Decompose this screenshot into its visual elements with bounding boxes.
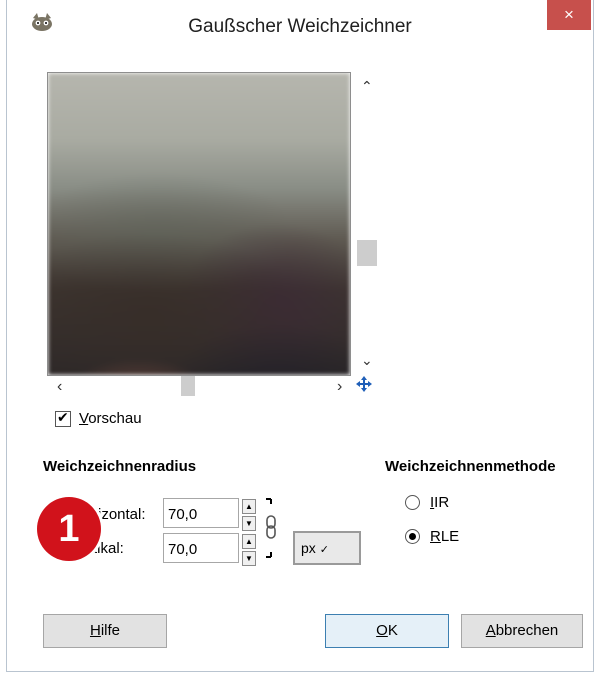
chain-link-icon[interactable] xyxy=(263,496,281,560)
vertical-scroll-thumb[interactable] xyxy=(357,240,377,266)
preview-label: Vorschau xyxy=(79,410,142,427)
horizontal-scroll-thumb[interactable] xyxy=(181,376,195,396)
method-option-rle[interactable]: RLE xyxy=(405,528,459,545)
vertical-scrollbar[interactable]: ⌃ ⌄ xyxy=(357,72,379,376)
step-number-badge: 1 xyxy=(37,497,101,561)
method-option-iir[interactable]: IIR xyxy=(405,494,449,511)
spin-down-icon[interactable]: ▼ xyxy=(242,551,256,566)
unit-dropdown[interactable]: px ✓ xyxy=(293,531,361,565)
radio-iir[interactable] xyxy=(405,495,420,510)
radio-rle[interactable] xyxy=(405,529,420,544)
horizontal-label: rizontal: xyxy=(93,506,146,523)
vertical-spinbox[interactable]: ▲ ▼ xyxy=(163,533,256,566)
scroll-left-icon[interactable]: ‹ xyxy=(57,378,62,396)
horizontal-spinbox[interactable]: ▲ ▼ xyxy=(163,498,256,531)
close-button[interactable]: × xyxy=(547,0,591,30)
spin-up-icon[interactable]: ▲ xyxy=(242,534,256,549)
gaussian-blur-dialog: Gaußscher Weichzeichner × ⌃ ⌄ ‹ › Vorsch… xyxy=(6,0,594,672)
help-button[interactable]: Hilfe xyxy=(43,614,167,648)
chevron-down-icon: ✓ xyxy=(319,544,330,556)
unit-value: px xyxy=(301,540,316,556)
scroll-right-icon[interactable]: › xyxy=(337,378,342,396)
spin-up-icon[interactable]: ▲ xyxy=(242,499,256,514)
blur-method-heading: Weichzeichnenmethode xyxy=(385,458,556,475)
navigate-move-icon[interactable] xyxy=(355,375,373,393)
horizontal-scrollbar[interactable]: ‹ › xyxy=(47,376,357,398)
horizontal-input[interactable] xyxy=(164,499,230,529)
scroll-up-icon[interactable]: ⌃ xyxy=(361,78,373,95)
preview-area[interactable] xyxy=(47,72,351,376)
blur-radius-heading: Weichzeichnenradius xyxy=(43,458,197,475)
preview-toggle[interactable]: Vorschau xyxy=(55,409,142,427)
ok-button[interactable]: OK xyxy=(325,614,449,648)
title-bar[interactable]: Gaußscher Weichzeichner × xyxy=(7,0,593,60)
vertical-input[interactable] xyxy=(164,534,230,564)
vertical-spin-buttons[interactable]: ▲ ▼ xyxy=(242,534,256,566)
scroll-down-icon[interactable]: ⌄ xyxy=(361,352,373,369)
cancel-button[interactable]: Abbrechen xyxy=(461,614,583,648)
radio-iir-label: IIR xyxy=(430,494,450,511)
horizontal-spin-buttons[interactable]: ▲ ▼ xyxy=(242,499,256,531)
preview-checkbox[interactable] xyxy=(55,409,71,427)
spin-down-icon[interactable]: ▼ xyxy=(242,516,256,531)
dialog-title: Gaußscher Weichzeichner xyxy=(188,16,412,37)
radio-rle-label: RLE xyxy=(430,528,460,545)
blurred-preview-image xyxy=(48,73,350,375)
